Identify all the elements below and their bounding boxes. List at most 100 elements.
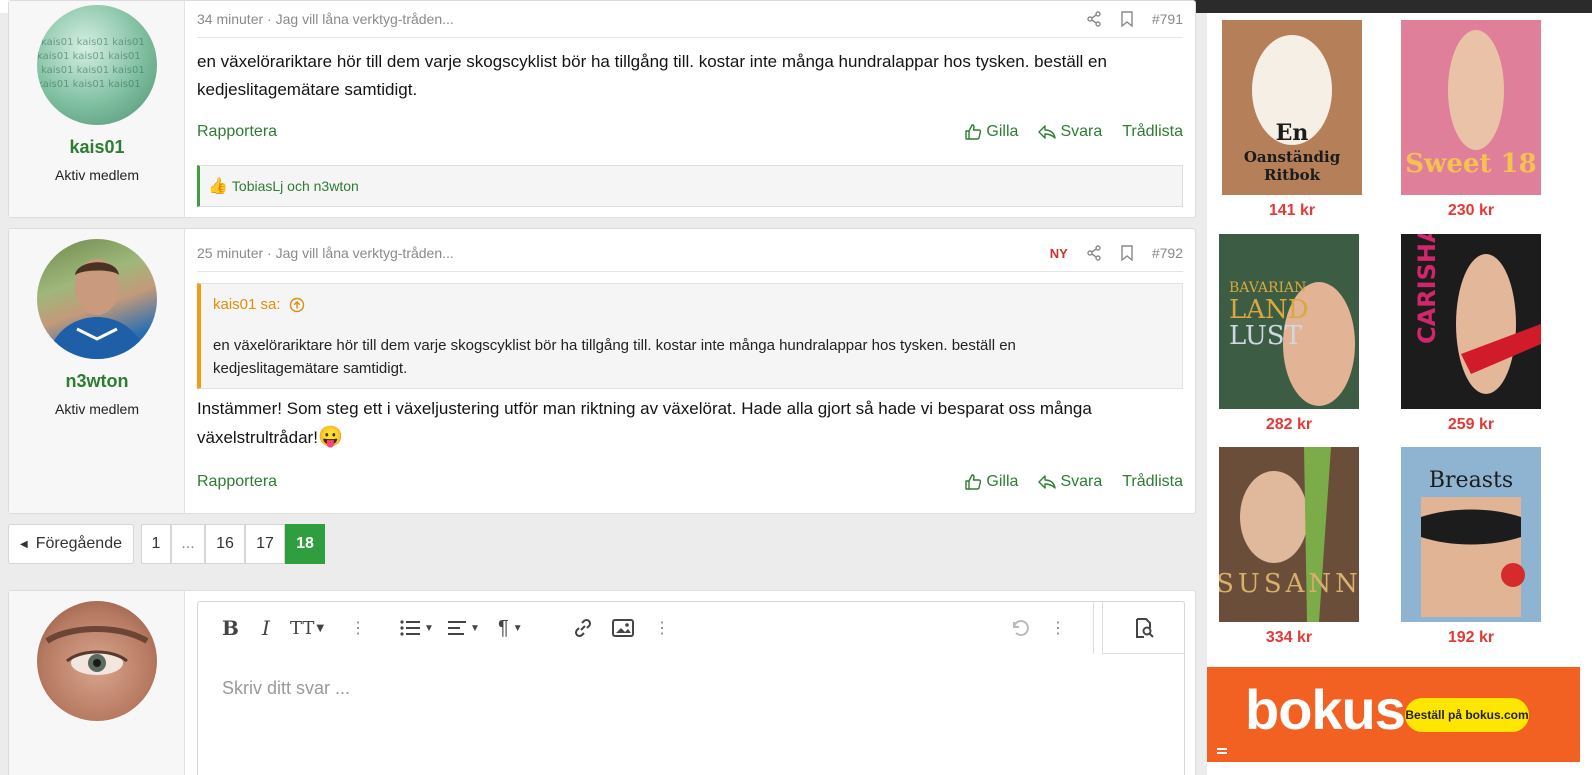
page-list: 1 ... 16 17 18 [141, 524, 325, 564]
report-link[interactable]: Rapportera [197, 473, 277, 491]
book-illustration-icon: BAVARIAN LAND LUST [1219, 234, 1359, 409]
bokus-ad-banner[interactable]: bokus Beställ på bokus.com [1207, 667, 1580, 762]
image-icon[interactable] [612, 616, 634, 640]
like-button[interactable]: Gilla [964, 473, 1018, 491]
book-cover-4[interactable]: CARISHA [1401, 224, 1541, 409]
pagination: ◀ Föregående [8, 524, 134, 564]
book-price-6[interactable]: 192 kr [1401, 629, 1541, 647]
avatar-eye-icon [45, 625, 149, 675]
book-illustration-icon: Breasts [1401, 447, 1541, 622]
bookmark-icon[interactable] [1120, 245, 1134, 261]
share-icon[interactable] [1086, 11, 1102, 27]
avatar[interactable] [37, 601, 157, 721]
page-17[interactable]: 17 [245, 524, 285, 564]
thread-list-link[interactable]: Trådlista [1122, 473, 1183, 491]
tongue-emoji-icon: 😛 [317, 426, 343, 448]
book-price-2[interactable]: 230 kr [1401, 202, 1541, 220]
avatar-pattern-icon: kais01 kais01 kais01 kais01 kais01 kais0… [37, 37, 145, 90]
book-cover-6[interactable]: Breasts [1401, 447, 1541, 622]
book-price-5[interactable]: 334 kr [1219, 629, 1359, 647]
svg-text:SUSANN: SUSANN [1219, 569, 1359, 599]
avatar[interactable] [37, 239, 157, 359]
thumbs-up-icon [965, 124, 982, 140]
user-pane: n3wton Aktiv medlem [9, 229, 185, 513]
page-18-current[interactable]: 18 [285, 524, 325, 564]
post-actions: Rapportera Gilla Svara Trådlista [197, 473, 1183, 495]
post-actions: Rapportera Gilla Svara Trådlista [197, 123, 1183, 145]
thread-list-link[interactable]: Trådlista [1122, 123, 1183, 141]
text-size-icon[interactable]: TT ▼ [290, 616, 324, 640]
post-number[interactable]: #792 [1152, 245, 1183, 261]
quote-author: kais01 sa: [213, 296, 281, 313]
more-vertical-icon[interactable]: ⋮ [654, 616, 670, 640]
thumbs-up-icon [965, 474, 982, 490]
likes-list[interactable]: TobiasLj och n3wton [232, 178, 359, 194]
bokus-cta-button[interactable]: Beställ på bokus.com [1405, 698, 1529, 732]
page-ellipsis[interactable]: ... [171, 524, 205, 564]
italic-icon[interactable]: I [262, 616, 270, 640]
book-price-1[interactable]: 141 kr [1222, 202, 1362, 220]
avatar[interactable]: kais01 kais01 kais01 kais01 kais01 kais0… [37, 5, 157, 125]
prev-page-button[interactable]: ◀ Föregående [8, 524, 134, 564]
user-pane [9, 591, 185, 775]
reply-icon [1038, 475, 1057, 489]
paragraph-icon[interactable]: ¶ ▼ [498, 616, 523, 640]
link-icon[interactable] [572, 616, 594, 640]
meta-divider [197, 37, 1183, 38]
quote-body: en växelörariktare hör till dem varje sk… [213, 337, 1016, 377]
share-icon[interactable] [1086, 245, 1102, 261]
report-link[interactable]: Rapportera [197, 123, 277, 141]
post-time[interactable]: 25 minuter · Jag vill låna verktyg-tråde… [197, 245, 454, 261]
book-cover-1[interactable]: En Oanständig Ritbok [1222, 20, 1362, 195]
svg-text:Ritbok: Ritbok [1264, 166, 1321, 184]
quote-header[interactable]: kais01 sa: [213, 296, 305, 313]
svg-text:BAVARIAN: BAVARIAN [1229, 280, 1306, 296]
post-time[interactable]: 34 minuter · Jag vill låna verktyg-tråde… [197, 11, 454, 27]
ad-menu-icon[interactable] [1217, 748, 1227, 754]
undo-icon[interactable] [1008, 616, 1030, 640]
post-body: en växelörariktare hör till dem varje sk… [197, 52, 1107, 99]
page-1[interactable]: 1 [141, 524, 171, 564]
book-price-3[interactable]: 282 kr [1219, 416, 1359, 434]
book-price-4[interactable]: 259 kr [1401, 416, 1541, 434]
username[interactable]: n3wton [9, 371, 185, 392]
more-vertical-icon[interactable]: ⋮ [1050, 616, 1066, 640]
bokus-logo: bokus [1245, 678, 1406, 741]
reply-button[interactable]: Svara [1038, 473, 1102, 491]
post-meta: 25 minuter · Jag vill låna verktyg-tråde… [197, 245, 1183, 265]
reply-editor: B I TT ▼ ⋮ ▼ ▼ ¶ ▼ ⋮ ⋮ Skriv ditt svar .… [197, 601, 1185, 775]
preview-button[interactable] [1102, 602, 1184, 654]
list-icon[interactable]: ▼ [400, 616, 434, 640]
arrow-up-circle-icon[interactable] [289, 297, 305, 313]
like-button[interactable]: Gilla [964, 123, 1018, 141]
book-cover-3[interactable]: BAVARIAN LAND LUST [1219, 234, 1359, 409]
book-illustration-icon: SUSANN [1216, 447, 1359, 622]
post-791: kais01 kais01 kais01 kais01 kais01 kais0… [8, 0, 1196, 218]
preview-icon [1135, 617, 1154, 638]
align-icon[interactable]: ▼ [448, 616, 480, 640]
avatar-photo-icon [47, 259, 147, 359]
more-vertical-icon[interactable]: ⋮ [350, 616, 366, 640]
post-792: n3wton Aktiv medlem 25 minuter · Jag vil… [8, 228, 1196, 514]
editor-toolbar: B I TT ▼ ⋮ ▼ ▼ ¶ ▼ ⋮ ⋮ [198, 602, 1184, 654]
book-illustration-icon: Sweet 18 [1401, 20, 1541, 195]
post-number[interactable]: #791 [1152, 11, 1183, 27]
toolbar-divider [1093, 602, 1094, 654]
svg-text:kais01 kais01 kais01: kais01 kais01 kais01 [37, 79, 141, 90]
book-cover-5[interactable]: SUSANN [1216, 447, 1359, 622]
svg-text:Sweet 18: Sweet 18 [1405, 149, 1537, 179]
reply-input[interactable]: Skriv ditt svar ... [222, 678, 350, 699]
bookmark-icon[interactable] [1120, 11, 1134, 27]
user-pane: kais01 kais01 kais01 kais01 kais01 kais0… [9, 1, 185, 217]
quick-reply: B I TT ▼ ⋮ ▼ ▼ ¶ ▼ ⋮ ⋮ Skriv ditt svar .… [8, 590, 1196, 775]
book-cover-2[interactable]: Sweet 18 [1401, 20, 1541, 195]
svg-text:kais01 kais01 kais01: kais01 kais01 kais01 [41, 65, 145, 76]
username[interactable]: kais01 [9, 137, 185, 158]
page-16[interactable]: 16 [205, 524, 245, 564]
svg-text:En: En [1276, 120, 1309, 146]
svg-text:CARISHA: CARISHA [1413, 234, 1441, 344]
bold-icon[interactable]: B [222, 616, 239, 640]
new-badge: NY [1049, 245, 1068, 261]
reply-button[interactable]: Svara [1038, 123, 1102, 141]
svg-text:LUST: LUST [1229, 321, 1303, 351]
